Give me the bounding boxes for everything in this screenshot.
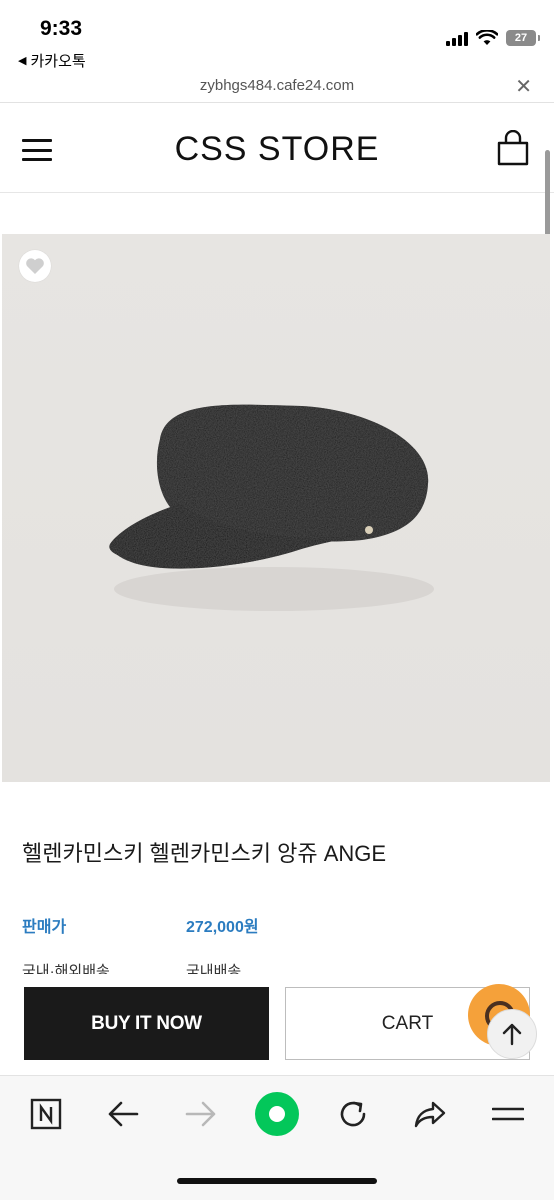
back-triangle-icon: ◀ — [18, 55, 27, 67]
refresh-icon — [340, 1101, 366, 1127]
back-button[interactable] — [100, 1096, 146, 1132]
scroll-top-button[interactable] — [487, 1009, 537, 1059]
shipping-value: 국내배송 — [186, 963, 242, 974]
store-header: CSS STORE — [0, 103, 554, 193]
share-icon — [414, 1101, 446, 1128]
naver-n-icon — [30, 1098, 62, 1130]
browser-menu-button[interactable] — [485, 1096, 531, 1132]
green-dot-icon — [255, 1092, 299, 1136]
action-bar: BUY IT NOW CART — [0, 974, 554, 1074]
battery-icon: 27 — [506, 30, 540, 46]
url-text[interactable]: zybhgs484.cafe24.com — [0, 77, 554, 94]
forward-arrow-icon — [185, 1101, 216, 1127]
back-app-label: 카카오톡 — [30, 53, 86, 70]
arrow-up-icon — [502, 1023, 522, 1046]
hat-illustration — [109, 404, 434, 611]
product-name: 헬렌카민스키 헬렌카민스키 앙쥬 ANGE — [22, 841, 387, 866]
status-time: 9:33 — [40, 17, 83, 40]
buy-now-button[interactable]: BUY IT NOW — [24, 987, 269, 1060]
naver-home-button[interactable] — [23, 1096, 69, 1132]
status-icons: 27 — [446, 30, 540, 46]
shopping-bag-icon[interactable] — [496, 130, 530, 166]
wishlist-button[interactable] — [19, 250, 51, 282]
share-button[interactable] — [407, 1096, 453, 1132]
store-title[interactable]: CSS STORE — [0, 130, 554, 169]
heart-icon — [26, 258, 44, 274]
naver-green-button[interactable] — [253, 1090, 301, 1138]
url-bar[interactable]: zybhgs484.cafe24.com ✕ — [0, 72, 554, 102]
refresh-button[interactable] — [330, 1096, 376, 1132]
back-to-app-link[interactable]: ◀ 카카오톡 — [18, 50, 86, 71]
signal-icon — [446, 30, 468, 46]
menu-lines-icon — [492, 1107, 524, 1121]
close-icon[interactable]: ✕ — [515, 74, 532, 99]
home-indicator[interactable] — [177, 1178, 377, 1184]
wifi-icon — [476, 30, 498, 45]
price-label: 판매가 — [22, 919, 67, 936]
forward-button[interactable] — [178, 1096, 224, 1132]
back-arrow-icon — [108, 1101, 139, 1127]
price-value: 272,000원 — [186, 919, 259, 936]
product-image[interactable] — [2, 234, 550, 782]
shipping-label: 국내·해외배송 — [22, 963, 110, 974]
